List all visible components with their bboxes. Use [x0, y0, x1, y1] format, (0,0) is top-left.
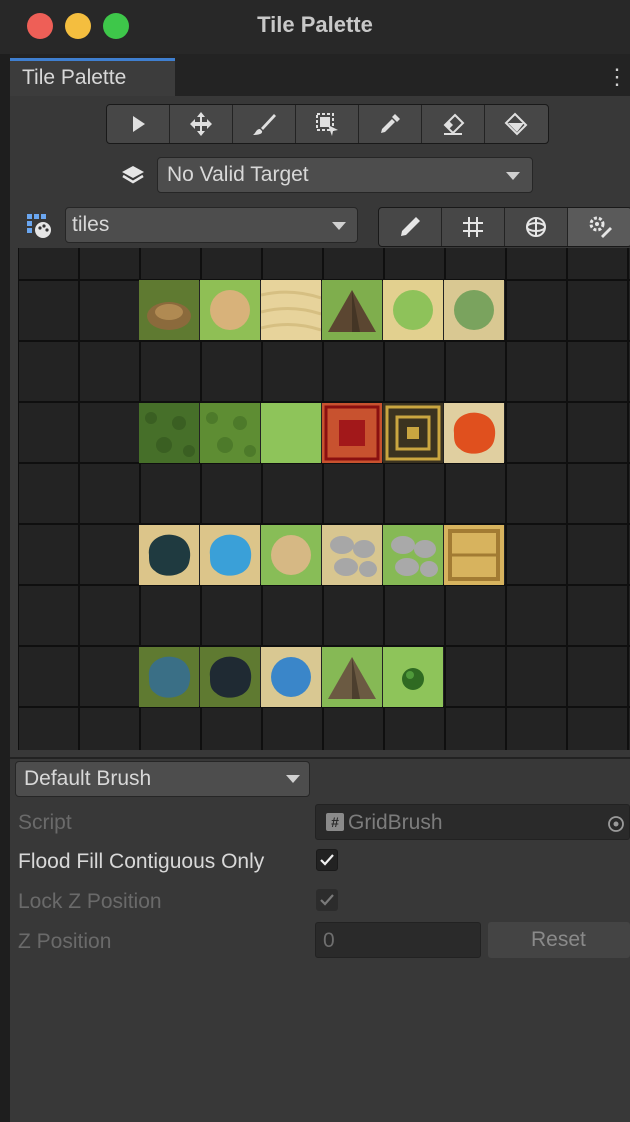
lock-z-position-label: Lock Z Position [18, 890, 162, 913]
lock-z-position-checkbox [316, 889, 338, 911]
flood-fill-contiguous-checkbox[interactable] [316, 849, 338, 871]
lava-tile[interactable] [444, 403, 504, 463]
z-position-value: 0 [323, 929, 335, 952]
edit-palette-button[interactable] [379, 208, 442, 246]
paint-bucket-icon [504, 112, 527, 136]
mountain-range-tile[interactable] [322, 647, 382, 707]
bush-tile[interactable] [383, 647, 443, 707]
script-label: Script [18, 811, 72, 834]
script-file-icon: # [326, 813, 344, 831]
grid-toggle-button[interactable] [442, 208, 505, 246]
tile-palette-icon [27, 214, 51, 238]
stone-on-grass-tile[interactable] [383, 525, 443, 585]
reset-button-label: Reset [531, 928, 586, 951]
flood-fill-tool-button[interactable] [485, 105, 548, 143]
move-arrows-icon [190, 112, 212, 136]
grass-sand-patch-tile[interactable] [200, 280, 260, 340]
palette-options-bar [378, 207, 630, 247]
tab-label: Tile Palette [22, 66, 127, 89]
paintbrush-icon [253, 114, 276, 135]
script-field[interactable]: # GridBrush [315, 804, 630, 840]
brush-value: Default Brush [24, 767, 152, 790]
window-title: Tile Palette [257, 12, 373, 37]
dark-grass-tile[interactable] [139, 403, 199, 463]
brush-dropdown[interactable]: Default Brush [15, 761, 310, 797]
active-target-value: No Valid Target [167, 163, 309, 186]
palette-dropdown[interactable]: tiles [65, 207, 358, 243]
gizmo-icon [526, 217, 546, 237]
script-value: GridBrush [348, 811, 443, 834]
select-tool-button[interactable] [107, 105, 170, 143]
pencil-icon [401, 217, 420, 236]
red-carpet-tile[interactable] [322, 403, 382, 463]
eraser-icon [443, 113, 465, 135]
gear-wrench-icon [589, 216, 612, 238]
dirt-mound-tile[interactable] [139, 280, 199, 340]
dark-pond-on-sand-tile[interactable] [139, 525, 199, 585]
move-tool-button[interactable] [170, 105, 233, 143]
palette-value: tiles [72, 213, 110, 236]
chevron-down-icon [332, 222, 346, 230]
flood-fill-contiguous-label: Flood Fill Contiguous Only [18, 850, 265, 873]
z-position-label: Z Position [18, 930, 112, 953]
sand-on-grass-tile[interactable] [261, 525, 321, 585]
sand-tile[interactable] [261, 280, 321, 340]
paint-tool-button[interactable] [233, 105, 296, 143]
reset-button[interactable]: Reset [488, 922, 630, 958]
panel-divider [10, 757, 630, 759]
blue-water-tile[interactable] [261, 647, 321, 707]
object-picker-icon[interactable] [607, 815, 625, 833]
z-position-input[interactable]: 0 [315, 922, 481, 958]
chevron-down-icon [506, 172, 520, 180]
chevron-down-icon [286, 775, 300, 783]
box-fill-tool-button[interactable] [296, 105, 359, 143]
grid-icon [463, 217, 483, 237]
layers-icon [122, 166, 144, 184]
stone-cobble-tile[interactable] [322, 525, 382, 585]
box-select-icon [316, 113, 338, 136]
checkmark-icon [320, 894, 334, 906]
eyedropper-icon [381, 114, 400, 133]
pond-dirt-tile[interactable] [139, 647, 199, 707]
ornate-gold-tile[interactable] [383, 403, 443, 463]
grass-on-sand-tile[interactable] [383, 280, 443, 340]
grass-bush-tile[interactable] [444, 280, 504, 340]
light-grass-tile[interactable] [261, 403, 321, 463]
select-arrow-icon [133, 116, 145, 132]
palette-settings-button[interactable] [568, 208, 630, 246]
panel-menu-icon[interactable]: ⋮ [606, 64, 628, 90]
grass-texture-tile[interactable] [200, 403, 260, 463]
pick-tool-button[interactable] [359, 105, 422, 143]
mountain-tile[interactable] [322, 280, 382, 340]
water-pool-tile[interactable] [200, 525, 260, 585]
eraser-tool-button[interactable] [422, 105, 485, 143]
gizmos-toggle-button[interactable] [505, 208, 568, 246]
dark-pond-tile[interactable] [200, 647, 260, 707]
wooden-crate-tile[interactable] [444, 525, 504, 585]
tool-bar [106, 104, 549, 144]
active-target-dropdown[interactable]: No Valid Target [157, 157, 533, 193]
checkmark-icon [320, 854, 334, 866]
